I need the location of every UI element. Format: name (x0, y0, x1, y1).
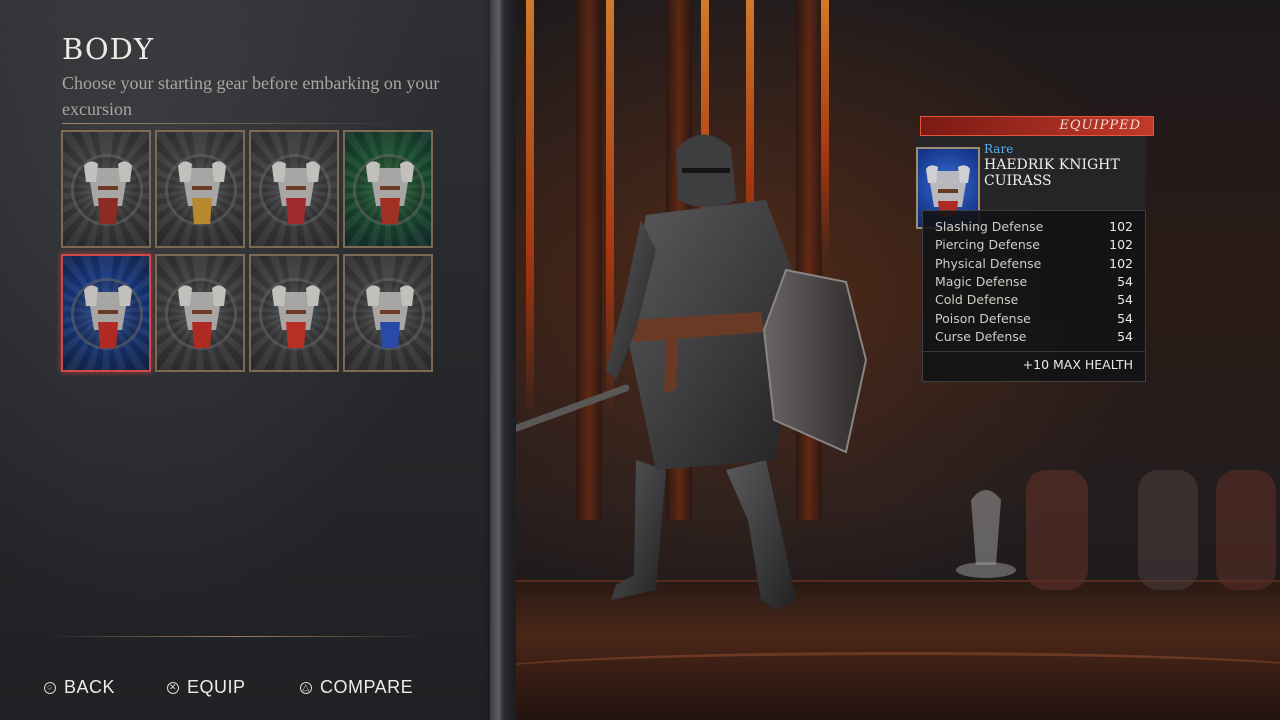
character-preview-scene (516, 0, 1280, 720)
page-subtitle: Choose your starting gear before embarki… (62, 73, 440, 119)
gear-slot[interactable] (155, 254, 245, 372)
equipped-badge: EQUIPPED (920, 116, 1154, 136)
gear-slot[interactable] (155, 130, 245, 248)
compare-button[interactable]: △ COMPARE (300, 677, 413, 698)
green-ornate-armor-icon (366, 161, 414, 224)
stat-row: Curse Defense 54 (935, 329, 1133, 344)
item-name: HAEDRIK KNIGHT CUIRASS (984, 157, 1120, 189)
stat-value: 102 (1109, 255, 1133, 271)
circle-button-icon: ○ (44, 681, 56, 694)
crimson-cloak-armor-icon (272, 161, 320, 224)
gold-trim-armor-icon (178, 161, 226, 224)
item-bonus: +10 MAX HEALTH (1022, 357, 1133, 372)
gear-slot[interactable] (249, 254, 339, 372)
stat-label: Slashing Defense (935, 219, 1044, 234)
gear-grid (61, 130, 433, 372)
equip-button[interactable]: ✕ EQUIP (167, 677, 246, 698)
triangle-button-icon: △ (300, 681, 312, 694)
stat-row: Cold Defense 54 (935, 292, 1133, 307)
gear-slot[interactable] (343, 254, 433, 372)
stat-label: Physical Defense (935, 255, 1042, 271)
page-title: BODY (62, 32, 155, 66)
item-rarity: Rare (984, 142, 1014, 156)
stat-row: Magic Defense 54 (935, 274, 1133, 289)
divider (45, 636, 425, 637)
red-tabard-armor-icon (272, 285, 320, 348)
knight-character-model (516, 134, 1276, 610)
blue-tabard-armor-icon (366, 285, 414, 348)
stat-row: Slashing Defense 102 (935, 219, 1133, 234)
cross-button-icon: ✕ (167, 681, 179, 694)
stat-value: 54 (1117, 292, 1133, 308)
stat-label: Poison Defense (935, 310, 1031, 326)
item-tooltip-card: EQUIPPED Rare HAEDRIK KNIGHT CUIRASS +10… (916, 116, 1154, 384)
item-stats-list: +10 MAX HEALTH Slashing Defense 102 Pierci… (922, 210, 1146, 382)
haedrik-knight-cuirass-icon (84, 285, 132, 348)
stat-value: 54 (1117, 328, 1133, 344)
stat-value: 54 (1117, 310, 1133, 326)
compare-label: COMPARE (320, 677, 414, 697)
stat-label: Cold Defense (935, 292, 1019, 308)
red-leather-armor-icon (84, 161, 132, 224)
steel-tabard-armor-icon (178, 285, 226, 348)
stat-value: 54 (1117, 273, 1133, 289)
stat-label: Magic Defense (935, 273, 1028, 289)
gear-selection-panel: BODY Choose your starting gear before em… (0, 0, 498, 720)
divider (923, 351, 1145, 352)
divider (62, 123, 412, 124)
stat-row: Physical Defense 102 (935, 256, 1133, 271)
gear-slot[interactable] (61, 254, 151, 372)
stat-label: Piercing Defense (935, 237, 1040, 253)
stat-value: 102 (1109, 237, 1133, 253)
back-label: BACK (64, 677, 116, 697)
gear-slot[interactable] (61, 130, 151, 248)
gear-slot[interactable] (343, 130, 433, 248)
gear-slot[interactable] (249, 130, 339, 248)
back-button[interactable]: ○ BACK (44, 677, 115, 698)
stat-value: 102 (1109, 219, 1133, 234)
stat-row: Piercing Defense 102 (935, 237, 1133, 252)
stat-row: Poison Defense 54 (935, 311, 1133, 326)
panel-border (490, 0, 516, 720)
stat-label: Curse Defense (935, 328, 1027, 344)
equip-label: EQUIP (187, 677, 246, 697)
